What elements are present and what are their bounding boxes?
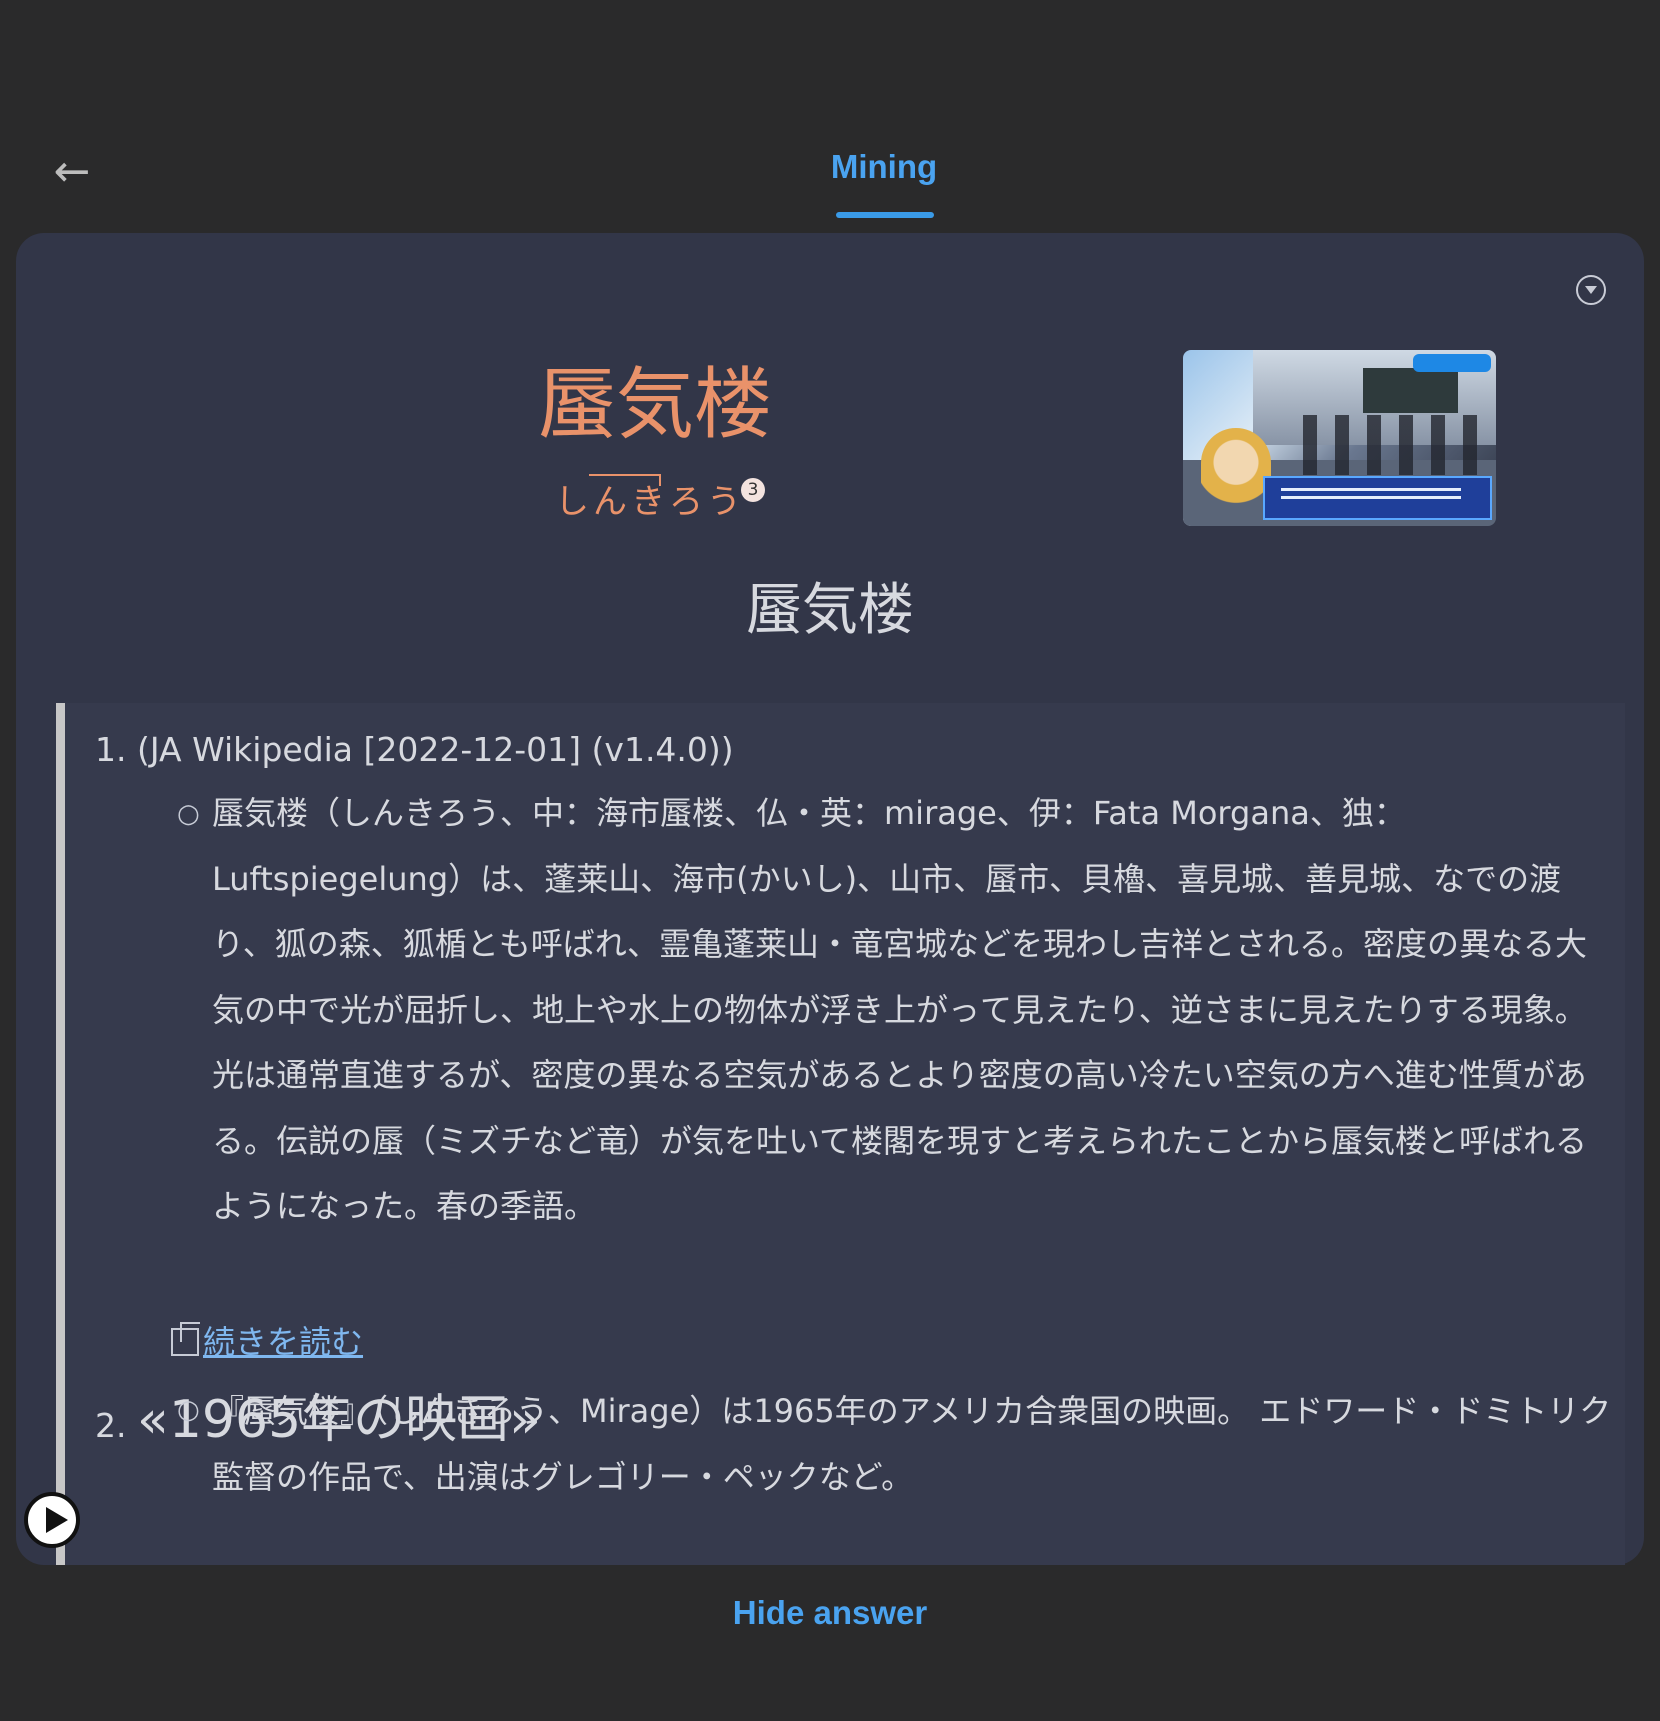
headword: 蜃気楼	[746, 578, 914, 643]
term-expression: 蜃気楼	[537, 360, 772, 450]
dropdown-circle-icon[interactable]	[1576, 275, 1606, 305]
entry1-number: 1.	[95, 730, 127, 769]
entry1-header: 1. (JA Wikipedia [2022-12-01] (v1.4.0))	[95, 730, 734, 769]
tab-mining[interactable]: Mining	[800, 148, 968, 186]
screenshot-students	[1303, 415, 1493, 475]
tab-indicator	[836, 212, 934, 218]
screenshot-hud	[1413, 354, 1491, 372]
term-reading: しんきろう	[555, 482, 745, 522]
top-bar: ← Mining	[0, 0, 1660, 230]
game-screenshot-image[interactable]	[1183, 350, 1496, 526]
entry2-number: 2.	[95, 1406, 127, 1445]
read-more-label: 続きを読む	[203, 1323, 364, 1361]
entry1-text: 蜃気楼（しんきろう、中：海市蜃楼、仏・英：mirage、伊：Fata Morga…	[212, 794, 1588, 1225]
arrow-left-icon[interactable]: ←	[48, 148, 96, 196]
entry2-text: 『蜃気楼』（しんきろう、Mirage）は1965年のアメリカ合衆国の映画。 エド…	[212, 1392, 1612, 1496]
play-icon[interactable]	[24, 1492, 80, 1548]
entry1-source: (JA Wikipedia [2022-12-01] (v1.4.0))	[137, 730, 734, 769]
screenshot-dialog-text	[1281, 488, 1461, 491]
glossary-panel: 1. (JA Wikipedia [2022-12-01] (v1.4.0)) …	[56, 703, 1625, 1565]
screenshot-character	[1201, 428, 1271, 526]
read-more-link[interactable]: 続きを読む	[171, 1317, 363, 1363]
hide-answer-button[interactable]: Hide answer	[700, 1594, 960, 1632]
bullet-icon: ○	[177, 1395, 200, 1425]
screenshot-blackboard	[1363, 368, 1458, 413]
bullet-icon: ○	[177, 799, 200, 829]
frequency-badge: 3	[741, 478, 765, 502]
screenshot-dialog-box	[1263, 476, 1492, 520]
external-link-icon	[171, 1322, 200, 1356]
